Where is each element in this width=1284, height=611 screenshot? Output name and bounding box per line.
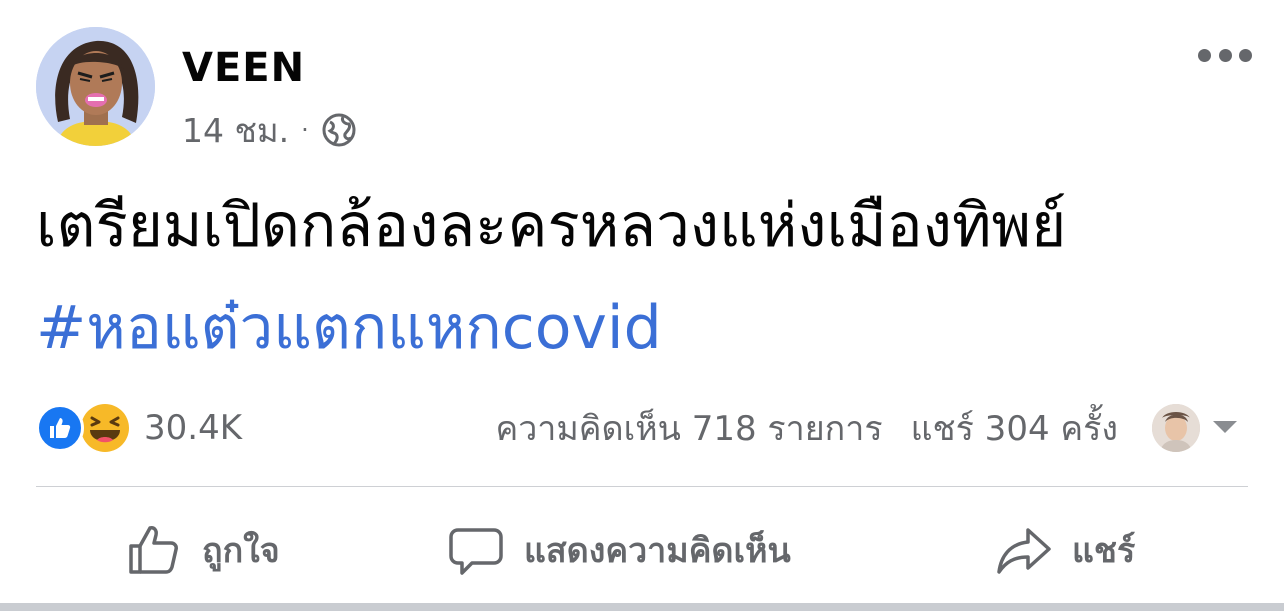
post-meta: 14 ชม. · [182,108,357,152]
share-button[interactable]: แชร์ [996,510,1135,590]
divider [36,486,1248,487]
like-button[interactable]: ถูกใจ [126,510,280,590]
comment-count[interactable]: ความคิดเห็น 718 รายการ [495,401,882,455]
viewer-photo-icon [1152,404,1200,452]
post-time[interactable]: 14 ชม. [182,104,289,157]
more-dot [1239,48,1252,62]
share-count[interactable]: แชร์ 304 ครั้ง [911,401,1118,455]
haha-reaction-icon [80,403,130,453]
thumbs-up-icon [129,526,178,574]
reaction-count: 30.4K [144,408,242,448]
hashtag-link[interactable]: #หอแต๋วแตกแหกcovid [36,288,662,368]
share-button-label: แชร์ [1072,531,1136,571]
reactions-summary[interactable]: 30.4K [36,402,242,454]
author-name[interactable]: VEEN [182,44,305,92]
comment-bubble-icon [449,528,503,575]
share-arrow-icon [997,528,1051,574]
facebook-post: VEEN 14 ชม. · เตรียมเปิดกล้องละครหลวงแห่… [0,0,1284,611]
meta-separator: · [301,116,309,144]
author-avatar[interactable] [36,27,155,146]
like-button-label: ถูกใจ [202,531,280,571]
comment-button-label: แสดงความคิดเห็น [524,531,791,571]
caret-down-icon[interactable] [1210,418,1240,436]
viewer-avatar[interactable] [1152,404,1200,452]
engagement-stats: ความคิดเห็น 718 รายการ แชร์ 304 ครั้ง [495,402,1118,454]
like-reaction-icon [36,404,84,452]
comment-button[interactable]: แสดงความคิดเห็น [448,510,791,590]
more-options-icon[interactable] [1198,40,1252,70]
globe-icon[interactable] [321,112,357,148]
cartoon-face-avatar-icon [36,27,155,146]
bottom-separator-bar [0,603,1284,611]
post-actions: ถูกใจ แสดงความคิดเห็น แชร์ [0,510,1284,590]
more-dot [1198,48,1211,62]
more-dot [1218,48,1232,62]
post-text: เตรียมเปิดกล้องละครหลวงแห่งเมืองทิพย์ [36,191,1067,261]
